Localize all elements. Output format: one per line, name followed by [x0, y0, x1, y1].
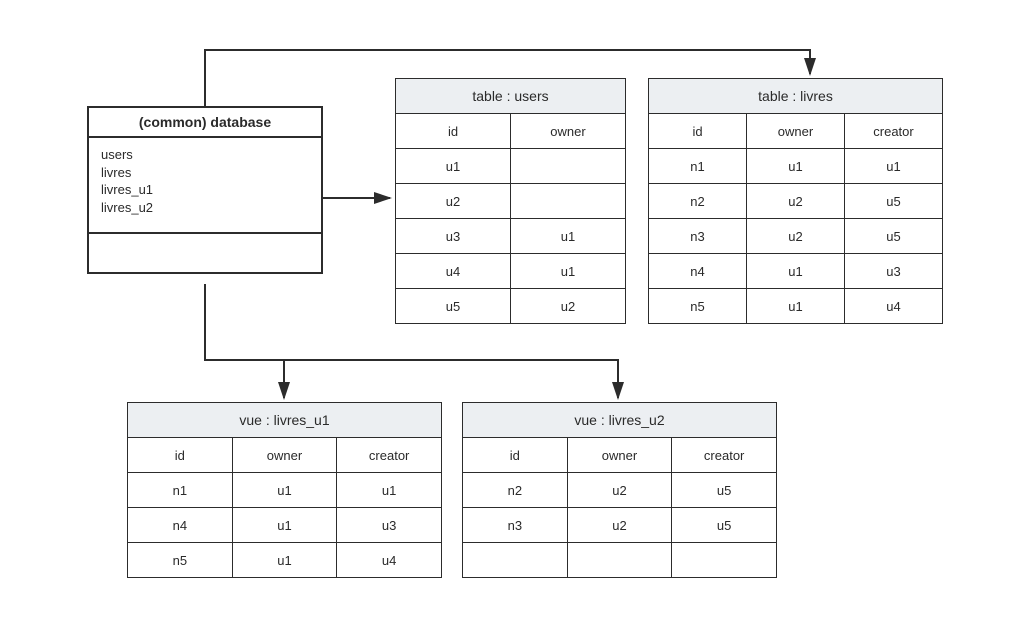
cell: u1	[511, 254, 626, 289]
table-row: u2	[396, 184, 626, 219]
database-title: (common) database	[89, 108, 321, 138]
table-row: n5 u1 u4	[128, 543, 442, 578]
cell	[672, 543, 777, 578]
cell	[511, 149, 626, 184]
cell: u1	[396, 149, 511, 184]
col-header: creator	[845, 114, 943, 149]
cell: u3	[337, 508, 442, 543]
table-row: n4 u1 u3	[649, 254, 943, 289]
database-item: users	[101, 146, 311, 164]
table-row: n3 u2 u5	[649, 219, 943, 254]
view-livres-u1-caption: vue : livres_u1	[128, 403, 442, 438]
table-row: u3 u1	[396, 219, 626, 254]
cell: u1	[511, 219, 626, 254]
cell: u1	[232, 508, 337, 543]
database-items: users livres livres_u1 livres_u2	[89, 138, 321, 234]
cell: n2	[463, 473, 568, 508]
database-item: livres_u2	[101, 199, 311, 217]
table-row: u5 u2	[396, 289, 626, 324]
table-row	[463, 543, 777, 578]
cell: n3	[463, 508, 568, 543]
cell: u3	[396, 219, 511, 254]
table-row: n1 u1 u1	[649, 149, 943, 184]
cell: u1	[747, 149, 845, 184]
table-row: u4 u1	[396, 254, 626, 289]
cell: u2	[567, 473, 672, 508]
col-header: creator	[672, 438, 777, 473]
table-row: n1 u1 u1	[128, 473, 442, 508]
view-livres-u2-caption: vue : livres_u2	[463, 403, 777, 438]
table-row: n4 u1 u3	[128, 508, 442, 543]
table-users: table : users id owner u1 u2 u3 u1 u4 u1	[395, 78, 626, 324]
col-header: owner	[232, 438, 337, 473]
database-item: livres_u1	[101, 181, 311, 199]
cell: u5	[672, 508, 777, 543]
cell	[567, 543, 672, 578]
view-livres-u1: vue : livres_u1 id owner creator n1 u1 u…	[127, 402, 442, 578]
cell: u5	[396, 289, 511, 324]
cell: u4	[845, 289, 943, 324]
col-header: owner	[747, 114, 845, 149]
cell: u1	[747, 254, 845, 289]
database-footer-empty	[89, 234, 321, 272]
table-livres: table : livres id owner creator n1 u1 u1…	[648, 78, 943, 324]
table-livres-caption: table : livres	[649, 79, 943, 114]
cell: u5	[672, 473, 777, 508]
cell	[463, 543, 568, 578]
col-header: id	[396, 114, 511, 149]
cell: u2	[567, 508, 672, 543]
cell	[511, 184, 626, 219]
col-header: id	[463, 438, 568, 473]
diagram-canvas: (common) database users livres livres_u1…	[0, 0, 1024, 628]
database-box: (common) database users livres livres_u1…	[87, 106, 323, 274]
table-row: n3 u2 u5	[463, 508, 777, 543]
cell: u1	[232, 543, 337, 578]
cell: n2	[649, 184, 747, 219]
cell: u1	[747, 289, 845, 324]
col-header: owner	[511, 114, 626, 149]
cell: u2	[747, 219, 845, 254]
cell: u3	[845, 254, 943, 289]
cell: n3	[649, 219, 747, 254]
cell: u5	[845, 219, 943, 254]
view-livres-u2: vue : livres_u2 id owner creator n2 u2 u…	[462, 402, 777, 578]
col-header: id	[649, 114, 747, 149]
cell: n5	[128, 543, 233, 578]
cell: n5	[649, 289, 747, 324]
col-header: owner	[567, 438, 672, 473]
database-item: livres	[101, 164, 311, 182]
cell: u1	[845, 149, 943, 184]
cell: u5	[845, 184, 943, 219]
cell: n1	[649, 149, 747, 184]
table-row: n2 u2 u5	[463, 473, 777, 508]
cell: n4	[649, 254, 747, 289]
table-row: u1	[396, 149, 626, 184]
col-header: id	[128, 438, 233, 473]
cell: u2	[511, 289, 626, 324]
cell: n4	[128, 508, 233, 543]
table-row: n2 u2 u5	[649, 184, 943, 219]
cell: u1	[232, 473, 337, 508]
cell: u2	[747, 184, 845, 219]
col-header: creator	[337, 438, 442, 473]
cell: u4	[337, 543, 442, 578]
cell: n1	[128, 473, 233, 508]
cell: u2	[396, 184, 511, 219]
table-row: n5 u1 u4	[649, 289, 943, 324]
table-users-caption: table : users	[396, 79, 626, 114]
cell: u4	[396, 254, 511, 289]
cell: u1	[337, 473, 442, 508]
